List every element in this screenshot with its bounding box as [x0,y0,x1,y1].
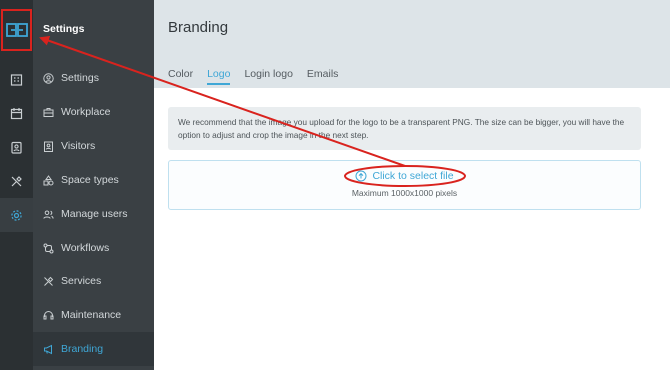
badge-icon [11,141,22,154]
id-badge-icon [44,141,53,152]
nav-item-settings[interactable]: Settings [33,61,154,95]
logo-recommendation-note: We recommend that the image you upload f… [168,107,641,150]
nav-item-branding[interactable]: Branding [33,332,154,366]
page-header: Branding Color Logo Login logo Emails [154,0,670,88]
tools-icon [44,276,54,286]
select-file-link[interactable]: Click to select file [169,170,640,182]
megaphone-icon [44,344,52,354]
users-icon [43,210,54,219]
tab-login-logo[interactable]: Login logo [244,68,292,85]
tab-logo[interactable]: Logo [207,68,231,85]
page-title: Branding [168,19,229,36]
rail-badge[interactable] [0,130,33,164]
rail-building[interactable] [0,62,33,96]
briefcase-icon [43,107,54,117]
nav-item-label: Workflows [61,242,110,254]
nav-item-label: Space types [61,174,119,186]
building-icon [10,73,23,86]
rail-settings[interactable] [0,198,33,232]
nav-item-label: Workplace [61,106,111,118]
workflow-icon [43,243,54,253]
headset-icon [43,310,54,319]
calendar-icon [10,107,23,119]
shapes-icon [43,174,54,185]
nav-item-label: Branding [61,343,104,355]
tab-emails[interactable]: Emails [307,68,339,85]
rail-calendar[interactable] [0,96,33,130]
nav-title: Settings [43,23,85,35]
app-logo[interactable] [1,9,32,51]
gg-logo-icon [5,23,28,37]
nav-item-maintenance[interactable]: Maintenance [33,298,154,332]
tools-icon [11,175,22,186]
nav-item-workflows[interactable]: Workflows [33,231,154,265]
nav-item-visitors[interactable]: Visitors [33,129,154,163]
nav-item-label: Visitors [61,140,96,152]
nav-item-services[interactable]: Services [33,264,154,298]
nav-item-label: Services [61,275,102,287]
nav-item-label: Settings [61,72,99,84]
branding-tabs: Color Logo Login logo Emails [168,68,352,85]
select-file-label: Click to select file [372,170,454,182]
main-content: Branding Color Logo Login logo Emails We… [154,0,670,370]
nav-item-workplace[interactable]: Workplace [33,95,154,129]
upload-size-hint: Maximum 1000x1000 pixels [351,188,458,198]
logo-upload-dropzone[interactable]: Click to select file Maximum 1000x1000 p… [168,160,641,210]
icon-rail [0,0,33,370]
nav-item-space-types[interactable]: Space types [33,163,154,197]
tab-color[interactable]: Color [168,68,193,85]
user-circle-icon [43,72,54,84]
settings-nav: Settings Settings Workplace Visitors Spa… [33,0,154,370]
nav-item-label: Maintenance [61,309,122,321]
upload-cloud-icon [355,170,367,182]
rail-tools[interactable] [0,164,33,198]
nav-item-manage-users[interactable]: Manage users [33,197,154,231]
gear-icon [11,209,22,221]
nav-item-label: Manage users [61,208,128,220]
